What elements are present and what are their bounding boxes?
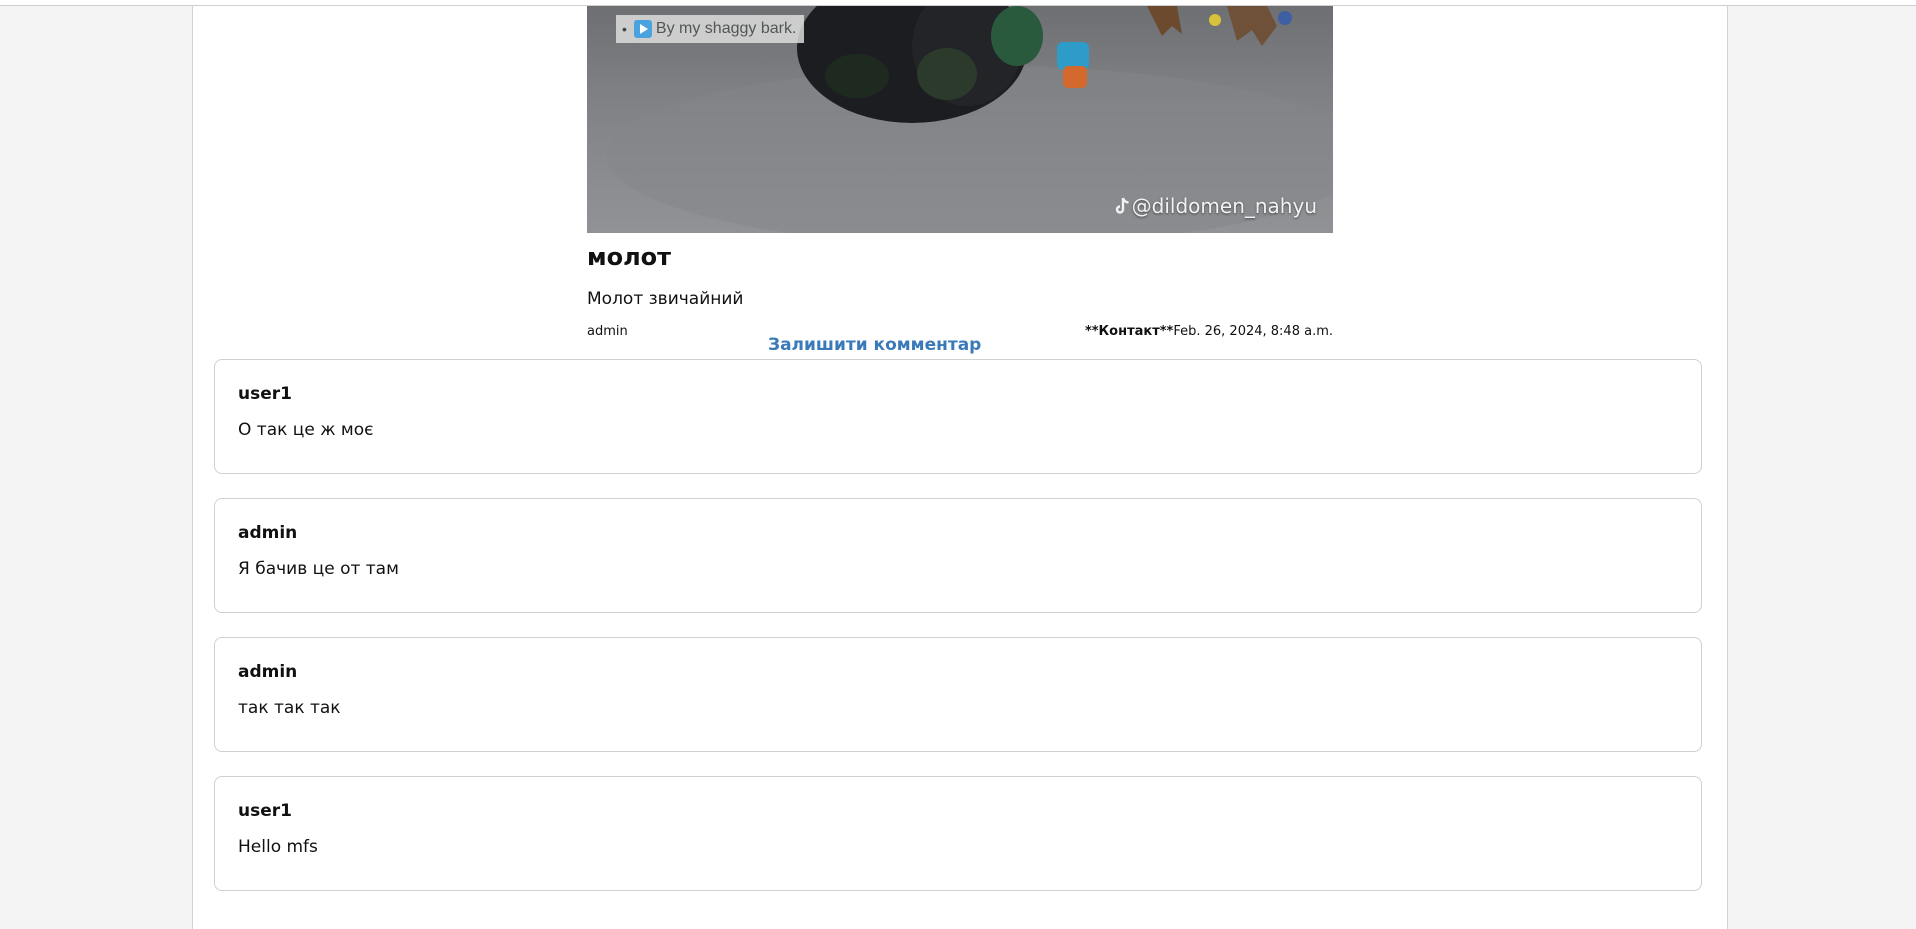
comment-card: user1 Hello mfs — [214, 776, 1702, 891]
comment-text: так так так — [238, 698, 341, 718]
comment-author: user1 — [238, 801, 292, 821]
comment-author: admin — [238, 523, 298, 543]
contact-label: **Контакт** — [1084, 324, 1174, 339]
post-body: Молот звичайний — [587, 289, 744, 309]
comment-author: user1 — [238, 384, 292, 404]
comment-text: Я бачив це от там — [238, 559, 399, 579]
post-meta: **Контакт**Feb. 26, 2024, 8:48 a.m. — [1085, 324, 1333, 339]
post-title: молот — [587, 243, 672, 271]
post-video-thumbnail[interactable]: • By my shaggy bark. @dildomen_nahyu — [587, 6, 1333, 233]
comment-author: admin — [238, 662, 298, 682]
comment-card: admin Я бачив це от там — [214, 498, 1702, 613]
comment-card: user1 О так це ж моє — [214, 359, 1702, 474]
comment-text: Hello mfs — [238, 837, 318, 857]
video-watermark: @dildomen_nahyu — [1115, 194, 1317, 218]
video-caption-text: By my shaggy bark. — [655, 20, 797, 37]
tiktok-icon — [1115, 197, 1129, 214]
leave-comment-link[interactable]: Залишити комментар — [768, 335, 981, 355]
comment-card: admin так так так — [214, 637, 1702, 752]
post-author: admin — [587, 324, 628, 339]
play-icon — [633, 20, 652, 38]
video-caption-chip: • By my shaggy bark. — [616, 15, 805, 43]
comment-text: О так це ж моє — [238, 420, 374, 440]
post-date: Feb. 26, 2024, 8:48 a.m. — [1173, 324, 1333, 339]
bullet-icon: • — [622, 21, 627, 37]
watermark-text: @dildomen_nahyu — [1131, 194, 1317, 218]
